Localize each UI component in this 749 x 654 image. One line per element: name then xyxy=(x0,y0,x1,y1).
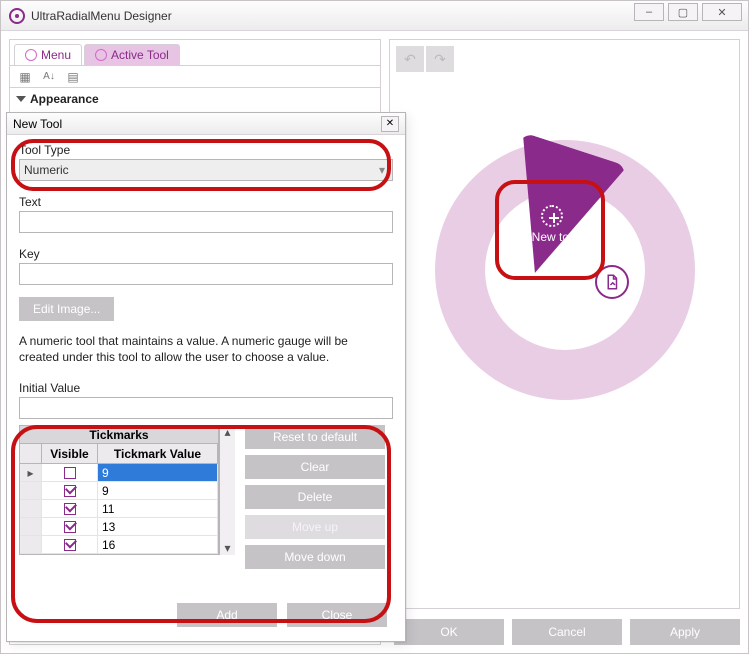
close-button[interactable]: ✕ xyxy=(702,3,742,21)
cell-value[interactable]: 16 xyxy=(98,536,218,553)
undo-button[interactable]: ↶ xyxy=(396,46,424,72)
tool-type-label: Tool Type xyxy=(19,143,393,157)
dialog-close-footer-button[interactable]: Close xyxy=(287,603,387,627)
initial-value-input[interactable] xyxy=(19,397,393,419)
cell-value[interactable]: 13 xyxy=(98,518,218,535)
move-up-button[interactable]: Move up xyxy=(245,515,385,539)
target-icon xyxy=(95,49,107,61)
row-indicator xyxy=(20,482,42,499)
tab-label: Menu xyxy=(41,48,71,62)
cell-value[interactable]: 9 xyxy=(98,482,218,499)
ok-button[interactable]: OK xyxy=(394,619,504,645)
col-value[interactable]: Tickmark Value xyxy=(98,444,218,463)
dialog-close-button[interactable]: ✕ xyxy=(381,116,399,132)
grid-header: Visible Tickmark Value xyxy=(20,444,218,464)
text-input[interactable] xyxy=(19,211,393,233)
cell-value[interactable]: 11 xyxy=(98,500,218,517)
row-header-stub xyxy=(20,444,42,463)
props-icon[interactable]: ▤ xyxy=(64,68,82,86)
checkbox[interactable] xyxy=(64,467,76,479)
key-label: Key xyxy=(19,247,393,261)
titlebar[interactable]: UltraRadialMenu Designer – ▢ ✕ xyxy=(1,1,748,31)
tool-type-input[interactable] xyxy=(19,159,393,181)
property-toolbar: ▦ A↓ ▤ xyxy=(10,66,380,88)
col-visible[interactable]: Visible xyxy=(42,444,98,463)
cell-visible[interactable] xyxy=(42,536,98,553)
right-pane: ↶ ↷ New tool OK Cancel Apply xyxy=(389,39,740,645)
delete-button[interactable]: Delete xyxy=(245,485,385,509)
app-icon xyxy=(9,8,25,24)
tool-type-combo[interactable]: ▾ xyxy=(19,159,393,181)
document-icon xyxy=(603,273,621,291)
tickmarks-grid[interactable]: Tickmarks Visible Tickmark Value ▸991113… xyxy=(19,425,219,555)
add-icon xyxy=(541,205,563,227)
expand-icon xyxy=(16,96,26,102)
dialog-titlebar[interactable]: New Tool ✕ xyxy=(7,113,405,135)
property-list: Appearance xyxy=(10,88,380,110)
target-icon xyxy=(25,49,37,61)
tab-active-tool[interactable]: Active Tool xyxy=(84,44,180,65)
table-row[interactable]: ▸9 xyxy=(20,464,218,482)
category-appearance[interactable]: Appearance xyxy=(18,92,372,106)
cell-visible[interactable] xyxy=(42,464,98,481)
row-indicator xyxy=(20,500,42,517)
cell-visible[interactable] xyxy=(42,500,98,517)
table-row[interactable]: 13 xyxy=(20,518,218,536)
table-row[interactable]: 11 xyxy=(20,500,218,518)
text-label: Text xyxy=(19,195,393,209)
cell-value[interactable]: 9 xyxy=(98,464,218,481)
checkbox[interactable] xyxy=(64,485,76,497)
scroll-down-icon[interactable]: ▾ xyxy=(224,541,230,555)
redo-button[interactable]: ↷ xyxy=(426,46,454,72)
edit-image-button[interactable]: Edit Image... xyxy=(19,297,114,321)
categorize-icon[interactable]: ▦ xyxy=(16,68,34,86)
category-label: Appearance xyxy=(30,92,99,106)
minimize-button[interactable]: – xyxy=(634,3,664,21)
add-button[interactable]: Add xyxy=(177,603,277,627)
child-tool-button[interactable] xyxy=(595,265,629,299)
apply-button[interactable]: Apply xyxy=(630,619,740,645)
table-row[interactable]: 9 xyxy=(20,482,218,500)
new-tool-dialog: New Tool ✕ Tool Type ▾ Text Key Edit Ima… xyxy=(6,112,406,642)
dialog-title: New Tool xyxy=(13,117,62,131)
maximize-button[interactable]: ▢ xyxy=(668,3,698,21)
preview-area: ↶ ↷ New tool xyxy=(389,39,740,609)
row-indicator: ▸ xyxy=(20,464,42,481)
grid-scrollbar[interactable]: ▴ ▾ xyxy=(219,425,235,555)
cell-visible[interactable] xyxy=(42,482,98,499)
key-input[interactable] xyxy=(19,263,393,285)
checkbox[interactable] xyxy=(64,503,76,515)
row-indicator xyxy=(20,536,42,553)
clear-button[interactable]: Clear xyxy=(245,455,385,479)
cancel-button[interactable]: Cancel xyxy=(512,619,622,645)
scroll-up-icon[interactable]: ▴ xyxy=(224,425,230,439)
grid-title: Tickmarks xyxy=(20,426,218,444)
tabstrip: Menu Active Tool xyxy=(10,40,380,66)
move-down-button[interactable]: Move down xyxy=(245,545,385,569)
checkbox[interactable] xyxy=(64,521,76,533)
tab-menu[interactable]: Menu xyxy=(14,44,82,65)
table-row[interactable]: 16 xyxy=(20,536,218,554)
initial-value-label: Initial Value xyxy=(19,381,393,395)
tool-description: A numeric tool that maintains a value. A… xyxy=(19,333,359,365)
wedge-label: New tool xyxy=(515,230,595,244)
cell-visible[interactable] xyxy=(42,518,98,535)
sort-az-icon[interactable]: A↓ xyxy=(40,68,58,86)
checkbox[interactable] xyxy=(64,539,76,551)
tab-label: Active Tool xyxy=(111,48,169,62)
reset-button[interactable]: Reset to default xyxy=(245,425,385,449)
dialog-buttons: OK Cancel Apply xyxy=(389,619,740,645)
row-indicator xyxy=(20,518,42,535)
